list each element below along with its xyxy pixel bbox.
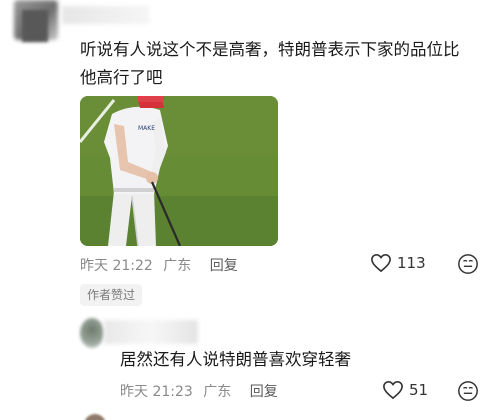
avatar-blurred-detail	[22, 10, 48, 42]
comment-location: 广东	[163, 258, 192, 274]
reply-like-count: 51	[409, 381, 429, 399]
reply-like-button[interactable]: 51	[382, 380, 428, 400]
like-button[interactable]: 113	[370, 253, 426, 273]
more-button[interactable]	[457, 253, 479, 279]
comment-image[interactable]: MAKE	[80, 96, 278, 246]
comment-text: 听说有人说这个不是高奢，特朗普表示下家的品位比 他高行了吧	[80, 36, 480, 92]
svg-text:MAKE: MAKE	[138, 125, 155, 132]
reply-button[interactable]: 回复	[210, 258, 238, 274]
heart-outline-icon	[383, 380, 403, 400]
reply-text: 居然还有人说特朗普喜欢穿轻奢	[120, 350, 351, 369]
like-count: 113	[397, 254, 426, 272]
heart-outline-icon	[371, 253, 391, 273]
comment-meta: 昨天 21:22 广东 回复	[80, 255, 238, 275]
reply-reply-button[interactable]: 回复	[250, 384, 278, 400]
golf-photo: MAKE	[80, 96, 278, 246]
author-liked-badge: 作者赞过	[80, 284, 143, 306]
more-dots-circle-icon	[458, 254, 478, 274]
comment-text-line-2: 他高行了吧	[80, 68, 163, 87]
reply-location: 广东	[203, 384, 232, 400]
comment-text-line-1: 听说有人说这个不是高奢，特朗普表示下家的品位比	[80, 40, 460, 59]
reply-username-blurred[interactable]	[104, 320, 198, 344]
reply-meta: 昨天 21:23 广东 回复	[120, 381, 278, 401]
more-dots-circle-icon	[458, 381, 478, 401]
username-blurred[interactable]	[62, 6, 150, 24]
reply-more-button[interactable]	[457, 380, 479, 406]
reply-time: 昨天 21:23	[120, 384, 193, 400]
next-comment-avatar[interactable]	[84, 414, 106, 420]
comment-thread: 听说有人说这个不是高奢，特朗普表示下家的品位比 他高行了吧 MAKE 昨天 21…	[0, 0, 500, 420]
reply-avatar-blurred[interactable]	[80, 318, 104, 348]
comment-time: 昨天 21:22	[80, 258, 153, 274]
